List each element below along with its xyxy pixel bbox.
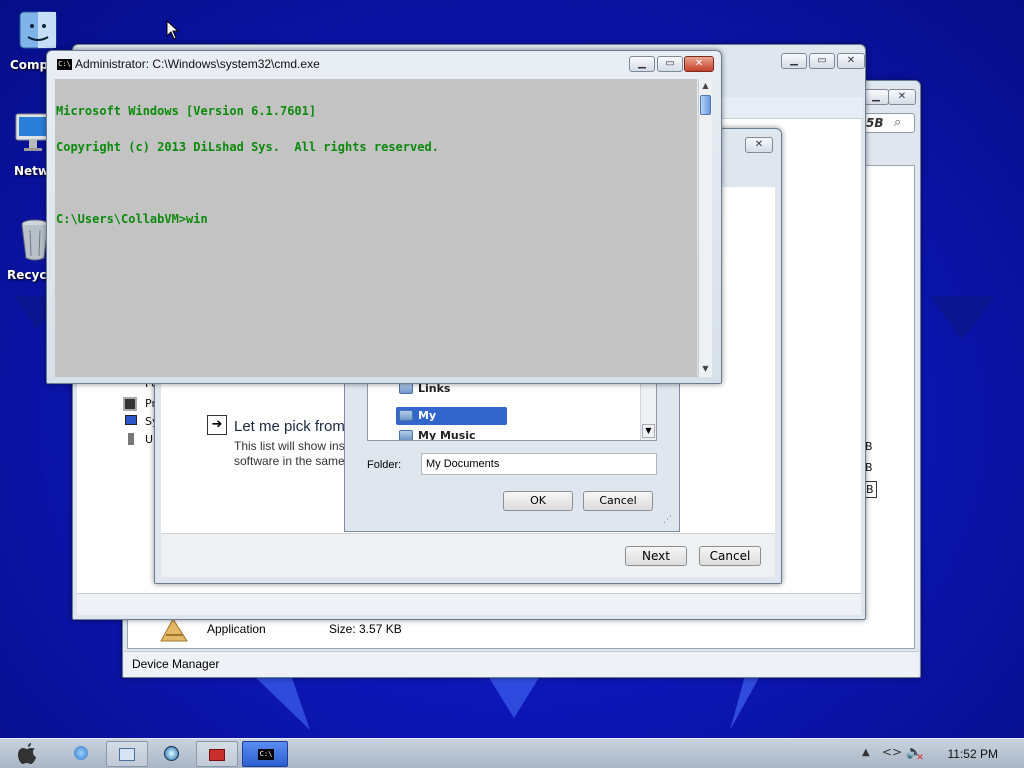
console-line: C:\Users\CollabVM>win [56,212,208,226]
status-bar [77,593,861,615]
cancel-button[interactable]: Cancel [583,491,653,511]
list-scrollbar[interactable]: ▼ [640,380,656,440]
search-box[interactable]: 5B ⌕ [859,113,915,133]
close-button[interactable]: ✕ [837,53,865,69]
window-title: Administrator: C:\Windows\system32\cmd.e… [75,57,320,71]
network-icon[interactable]: <> [882,745,902,759]
folder-icon [399,430,413,440]
console-line: Copyright (c) 2013 DiLshad Sys. All righ… [56,140,439,154]
folder-item-my-documents[interactable]: My Documents [396,407,507,440]
scroll-thumb[interactable] [700,95,711,115]
option-description-line-1: This list will show inst [234,439,349,453]
taskbar-item-cmd[interactable]: C:\ [242,741,288,767]
finder-icon [19,11,57,49]
minimize-button[interactable]: ▁ [781,53,807,69]
cmd-icon: C:\ [57,59,72,70]
console-line: Microsoft Windows [Version 6.1.7601] [56,104,317,118]
folder-input[interactable] [421,453,657,475]
file-size-label: Size: 3.57 KB [329,622,402,636]
close-button[interactable]: ✕ [888,89,916,105]
folder-item-my-music[interactable]: My Music [396,427,506,441]
console-scrollbar[interactable]: ▲ ▼ [698,79,712,377]
arrow-icon: ➜ [207,415,227,435]
close-button[interactable]: ✕ [684,56,714,72]
folder-name: My Music [418,429,476,441]
cmd-icon: C:\ [258,749,274,760]
size-fragment: B [865,461,873,474]
folder-window-icon [119,748,135,761]
size-fragment: 5B [866,116,884,130]
desktop-icon-label: Netw [14,164,50,178]
cancel-button[interactable]: Cancel [699,546,761,566]
taskbar-item-search[interactable] [152,741,194,767]
clock[interactable]: 11:52 PM [948,747,998,761]
apple-logo-icon [18,743,36,764]
folder-icon [399,383,413,394]
close-button[interactable]: ✕ [745,137,773,153]
chip-icon [123,397,137,411]
next-button[interactable]: Next [625,546,687,566]
magnifier-icon [164,746,179,761]
resize-grip-icon[interactable]: ⋰ [663,515,672,525]
taskbar-item-browser[interactable] [60,741,102,767]
taskbar-item-explorer[interactable] [106,741,148,767]
folder-list[interactable]: Links My Documents My Music ▼ [367,379,657,441]
toolbox-icon [209,749,225,761]
usb-icon [128,433,134,445]
mouse-cursor-icon [166,20,180,40]
size-fragment: B [865,440,873,453]
browse-folder-dialog[interactable]: Links My Documents My Music ▼ Folder: OK… [344,372,680,532]
search-icon[interactable]: ⌕ [894,115,901,130]
volume-muted-icon[interactable]: 🔈✕ [906,745,930,763]
scroll-down-button[interactable]: ▼ [642,424,655,438]
taskbar-item-toolbox[interactable] [196,741,238,767]
maximize-button[interactable]: ▭ [657,56,683,72]
cmd-window[interactable]: C:\ Administrator: C:\Windows\system32\c… [46,50,722,384]
file-type-label: Application [207,622,266,636]
globe-icon [74,746,88,760]
status-bar: Device Manager [124,651,919,677]
show-hidden-icons-icon[interactable]: ▲ [862,747,870,758]
folder-icon [399,410,413,421]
taskbar: C:\ ▲ <> 🔈✕ 11:52 PM [0,738,1024,768]
minimize-button[interactable]: ▁ [863,89,889,105]
option-title[interactable]: Let me pick from [234,418,345,435]
option-description-line-2: software in the same [234,454,345,468]
scroll-down-button[interactable]: ▼ [699,362,712,376]
status-text: Device Manager [132,657,220,671]
monitor-icon [125,415,137,425]
scroll-up-button[interactable]: ▲ [699,79,712,93]
start-button[interactable] [14,741,42,767]
console-output[interactable]: Microsoft Windows [Version 6.1.7601] Cop… [55,79,697,377]
folder-label: Folder: [367,459,402,471]
minimize-button[interactable]: ▁ [629,56,655,72]
maximize-button[interactable]: ▭ [809,53,835,69]
ok-button[interactable]: OK [503,491,573,511]
